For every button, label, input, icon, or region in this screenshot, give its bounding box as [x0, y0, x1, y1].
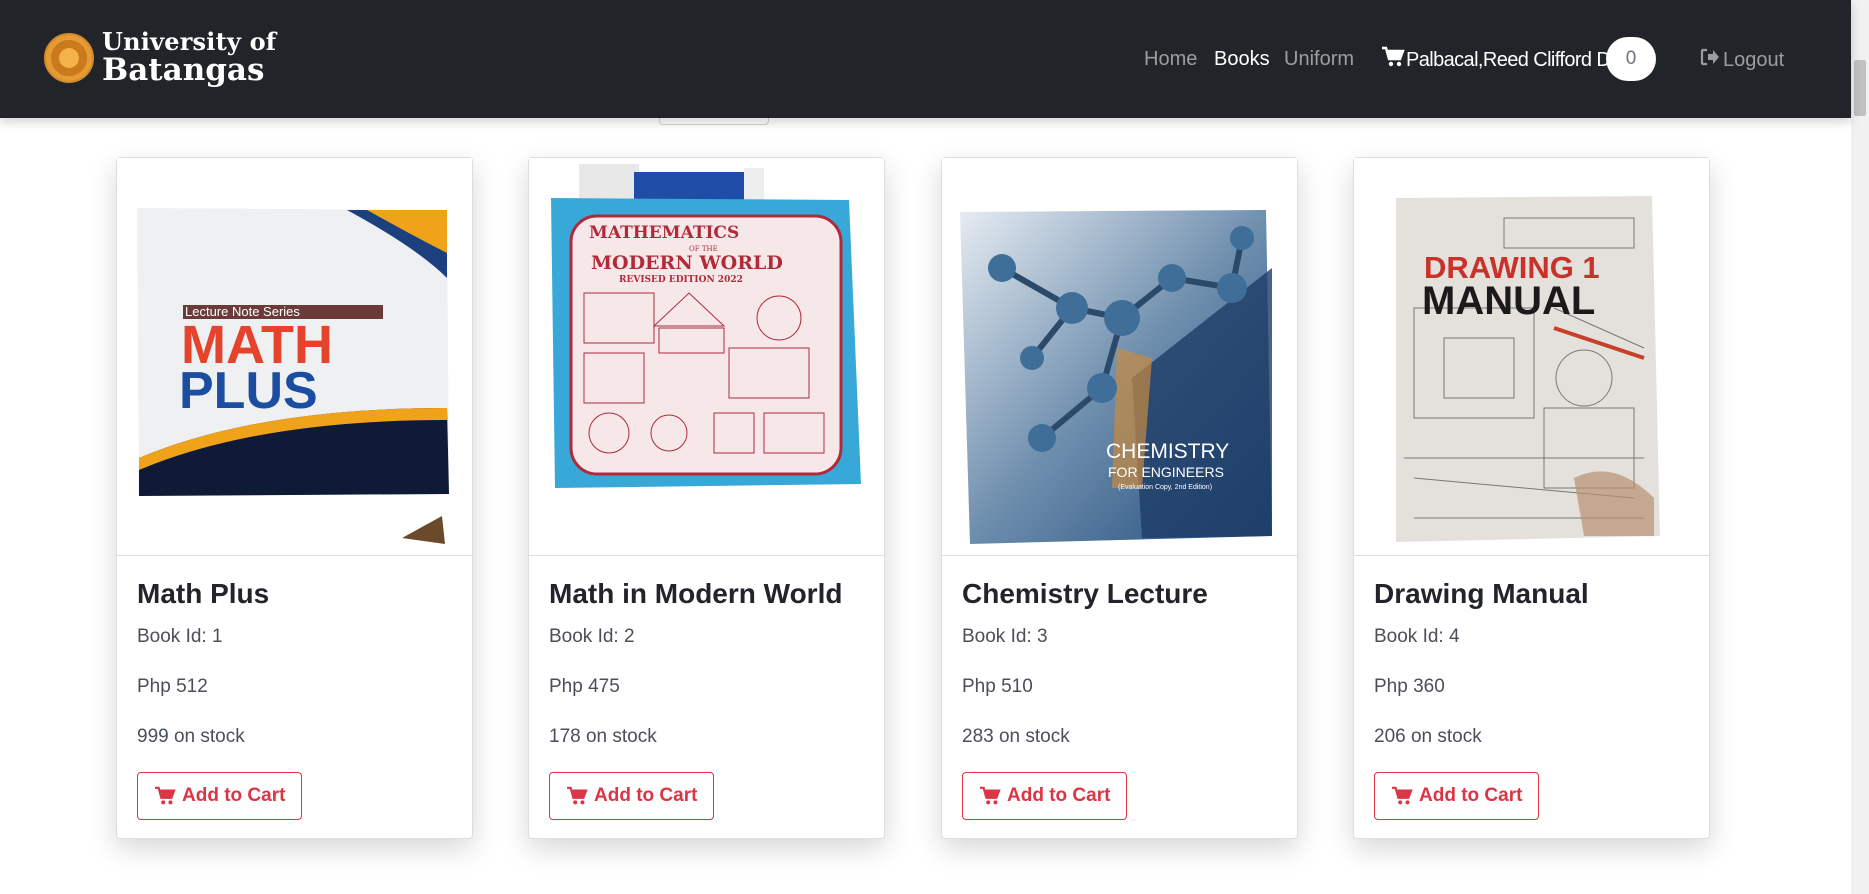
add-to-cart-button[interactable]: Add to Cart — [549, 772, 715, 820]
brand-line-1: University of — [102, 27, 277, 56]
logout-link[interactable]: Logout — [1700, 48, 1784, 72]
book-card: Lecture Note Series MATH PLUS Math Plus … — [116, 157, 473, 839]
book-price: Php 510 — [962, 676, 1033, 697]
book-id: Book Id: 1 — [137, 626, 223, 647]
book-stock: 283 on stock — [962, 726, 1070, 747]
top-navbar: University of Batangas Home Books Unifor… — [0, 0, 1851, 118]
book-title: Drawing Manual — [1374, 578, 1589, 609]
user-name: Palbacal,Reed Clifford D. — [1406, 48, 1616, 71]
book-price: Php 475 — [549, 676, 620, 697]
cart-user-link[interactable]: Palbacal,Reed Clifford D. — [1381, 46, 1616, 74]
brand-logo[interactable]: University of Batangas — [44, 30, 276, 86]
shopping-cart-icon — [1381, 46, 1405, 74]
add-to-cart-label: Add to Cart — [1007, 785, 1111, 806]
nav-uniform-link[interactable]: Uniform — [1284, 48, 1354, 71]
nav-home-link[interactable]: Home — [1144, 48, 1197, 71]
book-price: Php 360 — [1374, 676, 1445, 697]
book-title: Math in Modern World — [549, 578, 843, 609]
add-to-cart-label: Add to Cart — [182, 785, 286, 806]
book-cover-image: CHEMISTRY FOR ENGINEERS (Evaluation Copy… — [942, 158, 1297, 556]
logout-label: Logout — [1723, 48, 1785, 71]
book-id: Book Id: 4 — [1374, 626, 1460, 647]
page-scrollbar[interactable] — [1851, 0, 1869, 894]
cover-sub-text: FOR ENGINEERS — [1108, 464, 1224, 480]
add-to-cart-label: Add to Cart — [594, 785, 698, 806]
sign-out-icon — [1700, 48, 1720, 72]
book-stock: 999 on stock — [137, 726, 245, 747]
cart-icon — [155, 786, 176, 805]
book-cover-image: Lecture Note Series MATH PLUS — [117, 158, 472, 556]
book-card: CHEMISTRY FOR ENGINEERS (Evaluation Copy… — [941, 157, 1298, 839]
cover-main-text: CHEMISTRY — [1106, 440, 1229, 463]
cart-icon — [567, 786, 588, 805]
book-cover-image: MATHEMATICS OF THE MODERN WORLD REVISED … — [529, 158, 884, 556]
cover-note-text: (Evaluation Copy, 2nd Edition) — [1118, 484, 1212, 491]
cover-line-3: MODERN WORLD — [591, 252, 783, 274]
cover-sub-text: PLUS — [179, 362, 318, 420]
cart-count-badge: 0 — [1606, 37, 1656, 81]
add-to-cart-button[interactable]: Add to Cart — [137, 772, 303, 820]
add-to-cart-button[interactable]: Add to Cart — [962, 772, 1128, 820]
cover-line-1: MATHEMATICS — [589, 223, 739, 243]
book-card: DRAWING 1 MANUAL Drawing Manual Book Id:… — [1353, 157, 1710, 839]
book-stock: 178 on stock — [549, 726, 657, 747]
nav-books-link[interactable]: Books — [1214, 48, 1270, 71]
add-to-cart-label: Add to Cart — [1419, 785, 1523, 806]
cover-line-2: MANUAL — [1422, 279, 1595, 323]
cover-line-4: REVISED EDITION 2022 — [619, 275, 743, 285]
book-title: Chemistry Lecture — [962, 578, 1208, 609]
add-to-cart-button[interactable]: Add to Cart — [1374, 772, 1540, 820]
book-title: Math Plus — [137, 578, 270, 609]
book-card: MATHEMATICS OF THE MODERN WORLD REVISED … — [528, 157, 885, 839]
book-stock: 206 on stock — [1374, 726, 1482, 747]
brand-text: University of Batangas — [102, 30, 276, 86]
scrollbar-thumb[interactable] — [1854, 60, 1866, 116]
book-price: Php 512 — [137, 676, 208, 697]
book-id: Book Id: 2 — [549, 626, 635, 647]
cart-icon — [980, 786, 1001, 805]
university-seal-icon — [44, 33, 94, 83]
book-cover-image: DRAWING 1 MANUAL — [1354, 158, 1709, 556]
cart-icon — [1392, 786, 1413, 805]
brand-line-2: Batangas — [102, 52, 265, 88]
book-id: Book Id: 3 — [962, 626, 1048, 647]
